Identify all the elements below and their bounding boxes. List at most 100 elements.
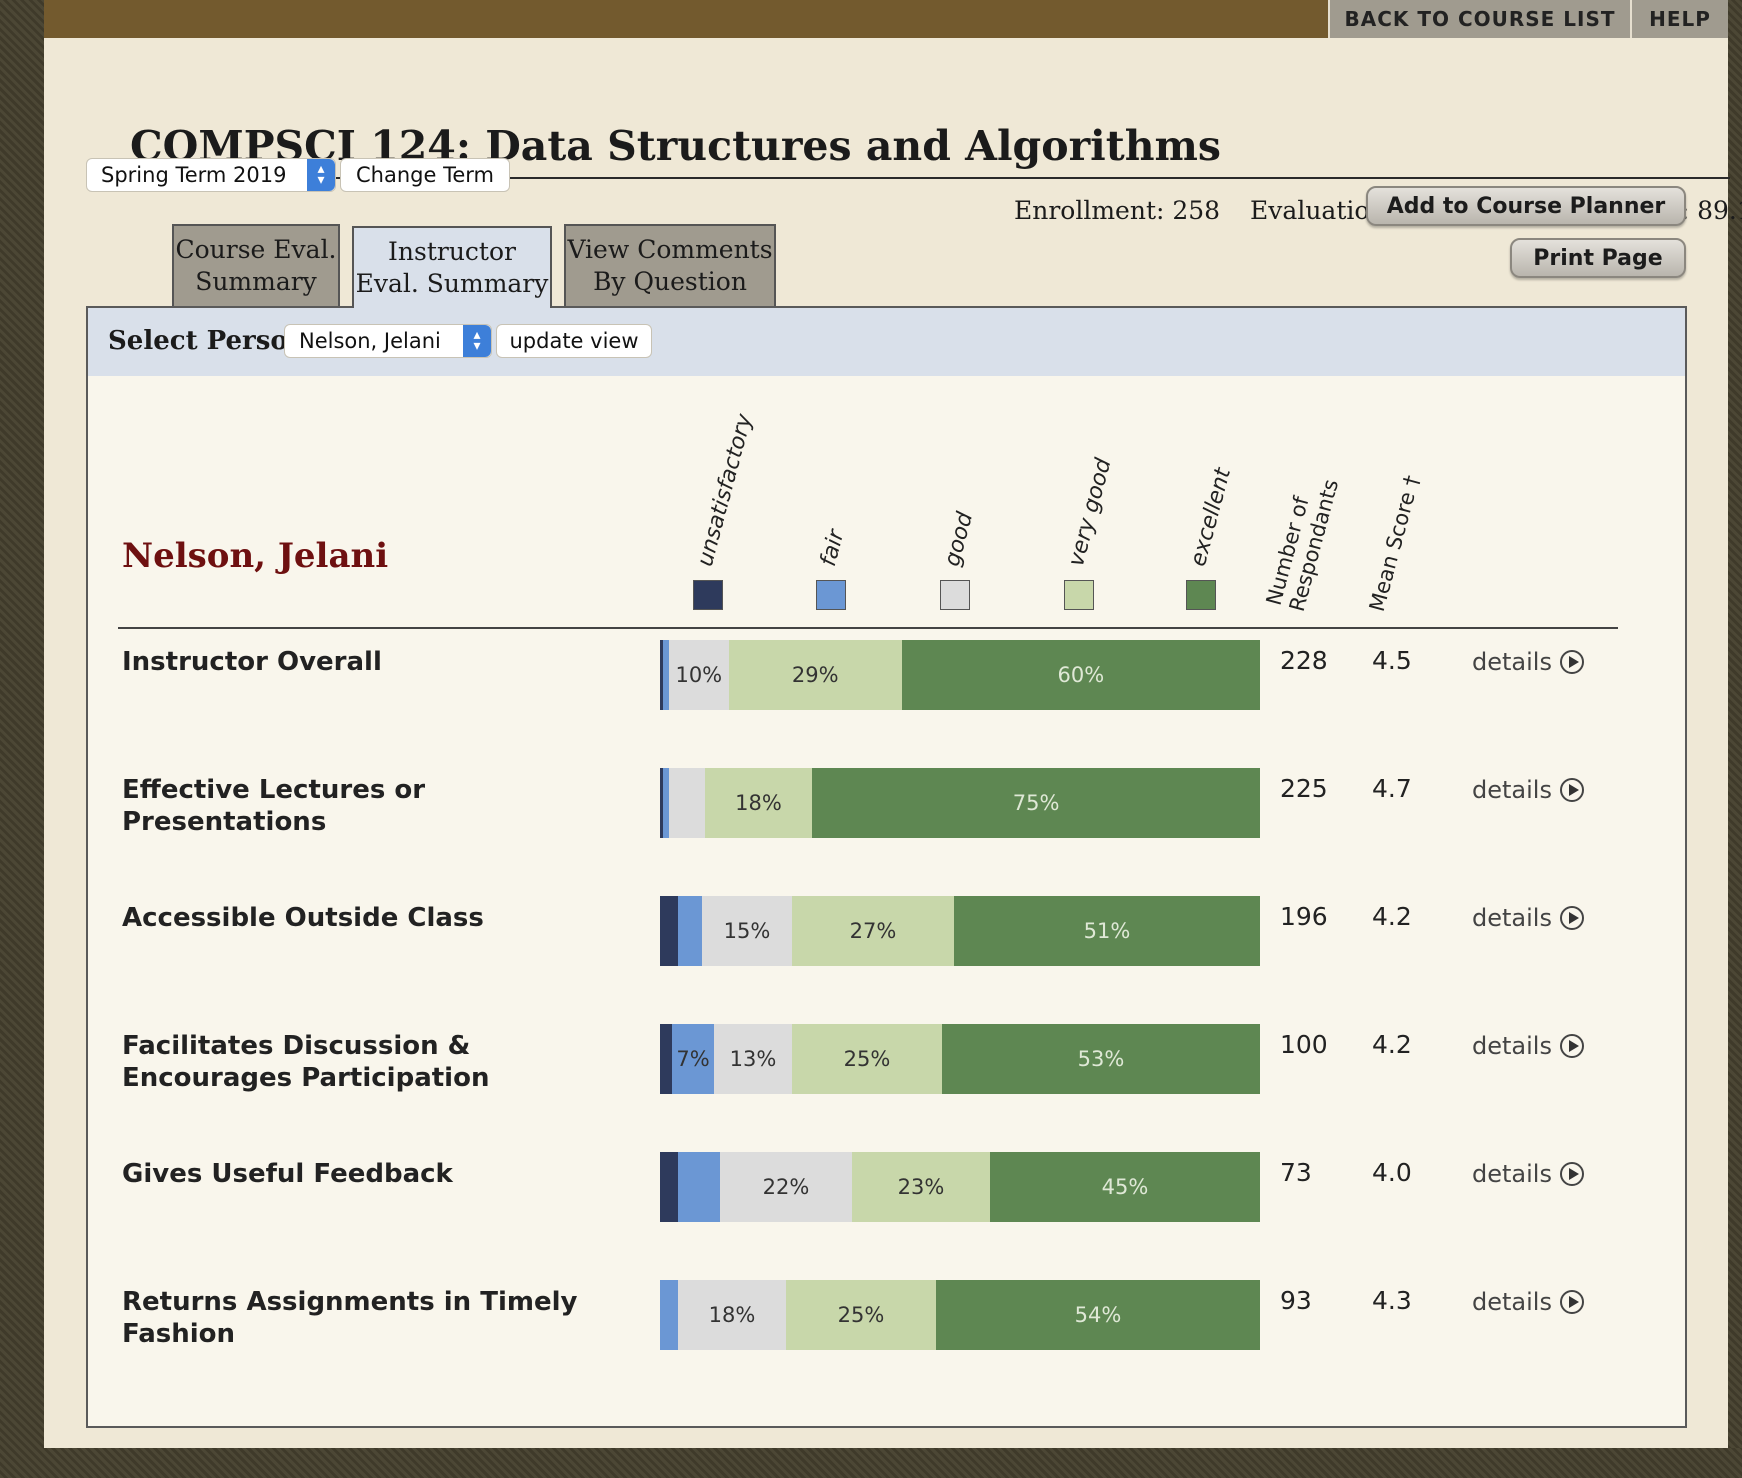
details-label: details [1472, 1288, 1552, 1316]
update-view-button[interactable]: update view [496, 324, 652, 358]
bar-segment-fair [678, 1152, 720, 1222]
tab-view-comments-line2: By Question [593, 267, 747, 296]
play-arrow-icon [1559, 1290, 1584, 1314]
bar-segment-unsatisfactory [660, 896, 678, 966]
legend-label-excellent: excellent [1185, 465, 1237, 569]
bar-segment-very-good: 27% [792, 896, 954, 966]
bar-segment-unsatisfactory [660, 1152, 678, 1222]
mean-score: 4.0 [1372, 1158, 1412, 1187]
term-select-value: Spring Term 2019 [101, 163, 287, 187]
legend-label-unsatisfactory: unsatisfactory [692, 411, 758, 569]
bar-segment-good: 13% [714, 1024, 792, 1094]
bar-segment-very-good: 18% [704, 768, 813, 838]
mean-score: 4.3 [1372, 1286, 1412, 1315]
term-select[interactable]: Spring Term 2019 ▴ ▾ [86, 158, 336, 192]
change-term-button[interactable]: Change Term [340, 158, 510, 192]
tab-instructor-eval-line2: Eval. Summary [355, 269, 549, 298]
question-label-line: Accessible Outside Class [122, 903, 484, 933]
legend-label-fair: fair [815, 527, 850, 569]
mean-score: 4.2 [1372, 902, 1412, 931]
details-label: details [1472, 904, 1552, 932]
chevron-updown-icon: ▴ ▾ [463, 325, 491, 357]
instructor-name: Nelson, Jelani [122, 536, 389, 576]
bar-segment-very-good: 25% [786, 1280, 936, 1350]
question-label-line: Gives Useful Feedback [122, 1159, 453, 1189]
bar-segment-good: 10% [668, 640, 729, 710]
question-label: Gives Useful Feedback [122, 1158, 453, 1190]
chevron-updown-icon: ▴ ▾ [307, 159, 335, 191]
question-label-line: Encourages Participation [122, 1063, 490, 1093]
bar-segment-excellent: 53% [942, 1024, 1260, 1094]
play-arrow-icon [1559, 1162, 1584, 1186]
respondent-count: 196 [1280, 902, 1328, 931]
bar-segment-good: 22% [720, 1152, 852, 1222]
bar-segment-excellent: 60% [901, 640, 1260, 710]
back-to-course-list-link[interactable]: BACK TO COURSE LIST [1328, 0, 1630, 38]
mean-score: 4.7 [1372, 774, 1412, 803]
stacked-bar: 7% 13% 25% 53% [660, 1024, 1260, 1094]
tab-course-eval-summary[interactable]: Course Eval. Summary [172, 224, 340, 306]
header-divider [118, 627, 1618, 629]
bar-segment-fair [660, 1280, 678, 1350]
page-shadow-bottom [0, 1448, 1742, 1478]
stacked-bar: 15% 27% 51% [660, 896, 1260, 966]
play-arrow-icon [1559, 650, 1584, 674]
bar-segment-good: 15% [702, 896, 792, 966]
respondent-count: 100 [1280, 1030, 1328, 1059]
legend-swatch-excellent [1186, 580, 1216, 610]
respondents-header: Number of Respondants [1262, 471, 1343, 614]
legend-label-very-good: very good [1063, 455, 1117, 569]
question-label-line: Returns Assignments in Timely [122, 1287, 578, 1317]
play-arrow-icon [1559, 1034, 1584, 1058]
details-link[interactable]: details [1472, 648, 1584, 676]
details-link[interactable]: details [1472, 1032, 1584, 1060]
legend-swatch-unsatisfactory [693, 580, 723, 610]
bar-segment-excellent: 54% [936, 1280, 1260, 1350]
question-label: Accessible Outside Class [122, 902, 484, 934]
details-link[interactable]: details [1472, 904, 1584, 932]
bar-segment-very-good: 25% [792, 1024, 942, 1094]
stacked-bar: 18% 75% [660, 768, 1260, 838]
stacked-bar: 10% 29% 60% [660, 640, 1260, 710]
bar-segment-excellent: 45% [990, 1152, 1260, 1222]
bar-segment-fair [678, 896, 702, 966]
details-label: details [1472, 776, 1552, 804]
question-label-line: Effective Lectures or [122, 775, 426, 805]
help-link[interactable]: HELP [1630, 0, 1728, 38]
legend-label-good: good [939, 509, 979, 569]
play-arrow-icon [1559, 906, 1584, 930]
mean-score: 4.2 [1372, 1030, 1412, 1059]
legend-swatch-very-good [1064, 580, 1094, 610]
details-label: details [1472, 1032, 1552, 1060]
tab-course-eval-line1: Course Eval. [175, 235, 337, 264]
bar-segment-very-good: 23% [852, 1152, 990, 1222]
details-link[interactable]: details [1472, 776, 1584, 804]
respondent-count: 93 [1280, 1286, 1312, 1315]
bar-segment-very-good: 29% [728, 640, 902, 710]
bar-segment-excellent: 75% [812, 768, 1260, 838]
question-label-line: Fashion [122, 1319, 236, 1349]
bar-segment-excellent: 51% [954, 896, 1260, 966]
tab-instructor-eval-line1: Instructor [388, 237, 516, 266]
legend-swatch-good [940, 580, 970, 610]
details-link[interactable]: details [1472, 1160, 1584, 1188]
person-select[interactable]: Nelson, Jelani ▴ ▾ [284, 324, 492, 358]
add-to-course-planner-button[interactable]: Add to Course Planner [1366, 186, 1686, 226]
instructor-eval-panel: Select Person: Nelson, Jelani ▴ ▾ update … [86, 306, 1687, 1428]
bar-segment-unsatisfactory [660, 1024, 672, 1094]
details-link[interactable]: details [1472, 1288, 1584, 1316]
mean-score-header: Mean Score † [1364, 472, 1425, 614]
tab-view-comments-line1: View Comments [567, 235, 773, 264]
question-label: Instructor Overall [122, 646, 382, 678]
page-shadow-left [0, 0, 44, 1478]
tab-instructor-eval-summary[interactable]: Instructor Eval. Summary [352, 226, 552, 308]
details-label: details [1472, 1160, 1552, 1188]
tab-view-comments[interactable]: View Comments By Question [564, 224, 776, 306]
bar-segment-fair: 7% [672, 1024, 714, 1094]
print-page-button[interactable]: Print Page [1510, 238, 1686, 278]
question-label: Returns Assignments in Timely Fashion [122, 1286, 577, 1350]
bar-segment-good: 18% [678, 1280, 786, 1350]
enrollment-stat: Enrollment: 258 [1014, 196, 1221, 225]
details-label: details [1472, 648, 1552, 676]
question-label: Effective Lectures or Presentations [122, 774, 425, 838]
